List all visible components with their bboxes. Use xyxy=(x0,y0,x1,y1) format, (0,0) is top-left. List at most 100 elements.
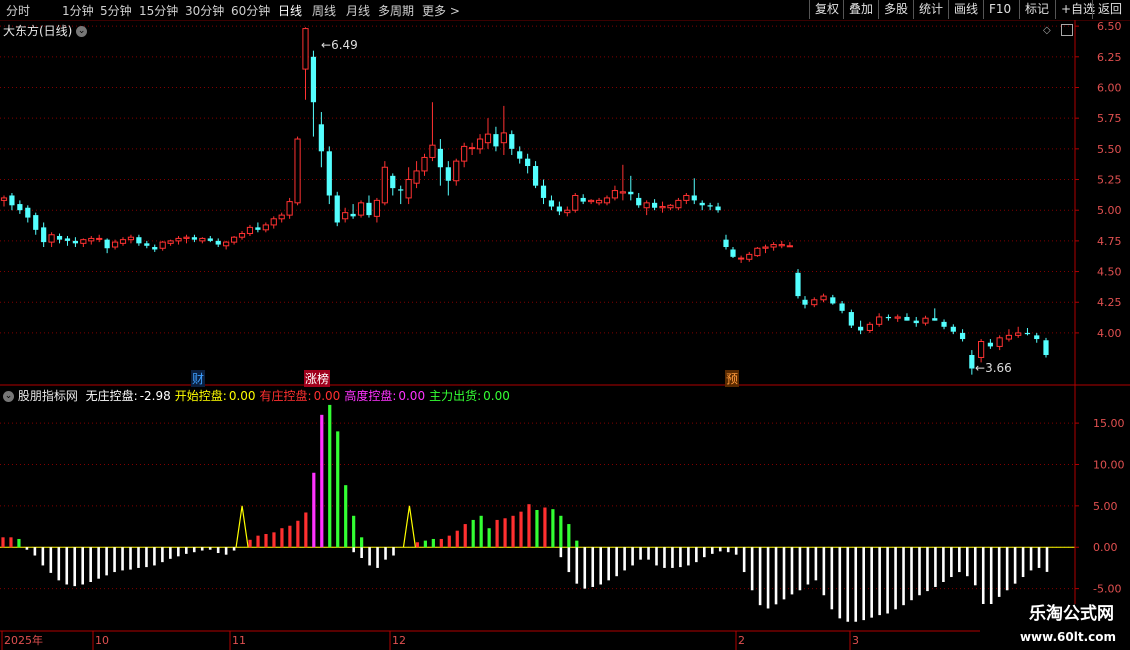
pane-toggle-icon[interactable] xyxy=(1061,24,1073,36)
toolbar-tab-0[interactable]: 分时 xyxy=(6,2,30,19)
indicator-bar xyxy=(519,511,523,548)
candle-body xyxy=(723,239,729,248)
finance-marker[interactable]: 财 xyxy=(191,370,206,387)
toolbar-tab-4[interactable]: 30分钟 xyxy=(185,2,224,19)
forecast-marker[interactable]: 预 xyxy=(725,370,740,387)
candle-body xyxy=(941,321,947,327)
candle-body xyxy=(746,253,753,260)
candle-body xyxy=(913,320,919,324)
price-tick-label: 5.50 xyxy=(1097,143,1122,156)
candle-body xyxy=(159,241,166,249)
candle-body xyxy=(17,204,23,211)
toolbar-tab-7[interactable]: 周线 xyxy=(312,2,336,19)
top-gainer-marker[interactable]: 涨榜 xyxy=(304,370,331,387)
toolbar-tab-10[interactable]: 更多 > xyxy=(422,2,460,19)
candle-body xyxy=(199,237,206,242)
candle-body xyxy=(270,218,277,226)
indicator-bar xyxy=(9,537,13,548)
indicator-bar xyxy=(336,431,340,548)
indicator-bar xyxy=(535,510,539,548)
indicator-bar xyxy=(543,507,547,548)
candle-body xyxy=(950,326,956,332)
toolbar-tab-1[interactable]: 1分钟 xyxy=(62,2,94,19)
candle-body xyxy=(548,200,555,207)
toolbar-action-5[interactable]: F10 xyxy=(983,0,1019,19)
toolbar-tab-3[interactable]: 15分钟 xyxy=(139,2,178,19)
candle-body xyxy=(556,206,562,212)
candle-body xyxy=(500,132,507,144)
candle-body xyxy=(48,234,55,243)
candle-body xyxy=(932,318,938,321)
toolbar-action-8[interactable]: 返回 xyxy=(1092,0,1129,19)
candle-body xyxy=(223,241,230,247)
toolbar-action-6[interactable]: 标记 xyxy=(1019,0,1055,19)
toolbar-tab-9[interactable]: 多周期 xyxy=(378,2,414,19)
toolbar-action-2[interactable]: 多股 xyxy=(878,0,913,19)
candle-body xyxy=(238,233,246,238)
indicator-bar xyxy=(463,524,467,548)
candle-body xyxy=(262,224,269,231)
candle-body xyxy=(675,199,682,209)
indicator-bar xyxy=(352,515,356,548)
candle-body xyxy=(461,145,468,162)
candle-body xyxy=(144,243,150,246)
indicator-bars xyxy=(0,404,1075,622)
candle-body xyxy=(715,206,721,211)
toolbar-tab-6[interactable]: 日线 xyxy=(278,2,302,19)
price-tick-label: 6.25 xyxy=(1097,51,1122,64)
candle-body xyxy=(152,247,158,250)
candle-body xyxy=(167,240,174,244)
indicator-header: ⌄ 股朋指标网 无庄控盘: -2.98 开始控盘: 0.00 有庄控盘: 0.00 高度控盘… xyxy=(3,387,510,404)
candle-body xyxy=(525,158,531,167)
candle-body xyxy=(326,151,332,196)
candle-body xyxy=(445,167,451,181)
toolbar-action-7[interactable]: +自选 xyxy=(1055,0,1095,19)
indicator-bar xyxy=(527,504,531,548)
candle-body xyxy=(866,323,873,331)
watermark-url: www.60lt.com xyxy=(1019,630,1116,644)
candle-body xyxy=(959,332,966,340)
candle-body xyxy=(811,299,818,306)
indicator-field-3: 高度控盘: 0.00 xyxy=(344,389,425,403)
candle-body xyxy=(246,226,254,235)
indicator-field-value: 0.00 xyxy=(398,389,426,403)
indicator-bar xyxy=(479,515,483,548)
candle-body xyxy=(1034,335,1040,340)
candle-body xyxy=(738,257,745,260)
candle-body xyxy=(183,236,190,239)
candle-body xyxy=(564,209,571,214)
chevron-down-icon[interactable]: ⌄ xyxy=(3,391,14,402)
diamond-icon[interactable]: ◇ xyxy=(1043,25,1051,36)
candle-body xyxy=(762,246,769,249)
start-control-spike xyxy=(402,505,417,548)
toolbar-action-3[interactable]: 统计 xyxy=(913,0,948,19)
indicator-bar xyxy=(559,515,563,548)
candle-body xyxy=(437,148,443,168)
candle-body xyxy=(904,316,910,321)
low-price-label: ←3.66 xyxy=(975,361,1012,375)
toolbar-action-0[interactable]: 复权 xyxy=(809,0,843,19)
candle-body xyxy=(25,207,31,218)
candle-body xyxy=(136,237,142,244)
toolbar-action-1[interactable]: 叠加 xyxy=(843,0,878,19)
candle-body xyxy=(987,342,993,347)
toolbar-action-4[interactable]: 画线 xyxy=(948,0,983,19)
candle-body xyxy=(72,240,79,244)
candle-body xyxy=(636,197,642,206)
time-tick-label: 11 xyxy=(232,634,246,647)
toolbar-tab-2[interactable]: 5分钟 xyxy=(100,2,132,19)
indicator-tick-label: 10.00 xyxy=(1093,458,1125,471)
indicator-field-value: 0.00 xyxy=(228,389,256,403)
candle-body xyxy=(922,317,929,324)
indicator-name[interactable]: 股朋指标网 xyxy=(18,389,78,403)
candle-body xyxy=(302,28,309,70)
indicator-bar xyxy=(575,540,579,548)
indicator-bar xyxy=(567,524,571,548)
indicator-bar xyxy=(455,530,459,548)
toolbar-tab-8[interactable]: 月线 xyxy=(346,2,370,19)
price-tick-label: 6.00 xyxy=(1097,81,1122,94)
chevron-down-icon[interactable]: ⌄ xyxy=(76,26,88,37)
candle-body xyxy=(969,355,975,369)
toolbar-tab-5[interactable]: 60分钟 xyxy=(231,2,270,19)
price-tick-label: 4.00 xyxy=(1097,327,1122,340)
